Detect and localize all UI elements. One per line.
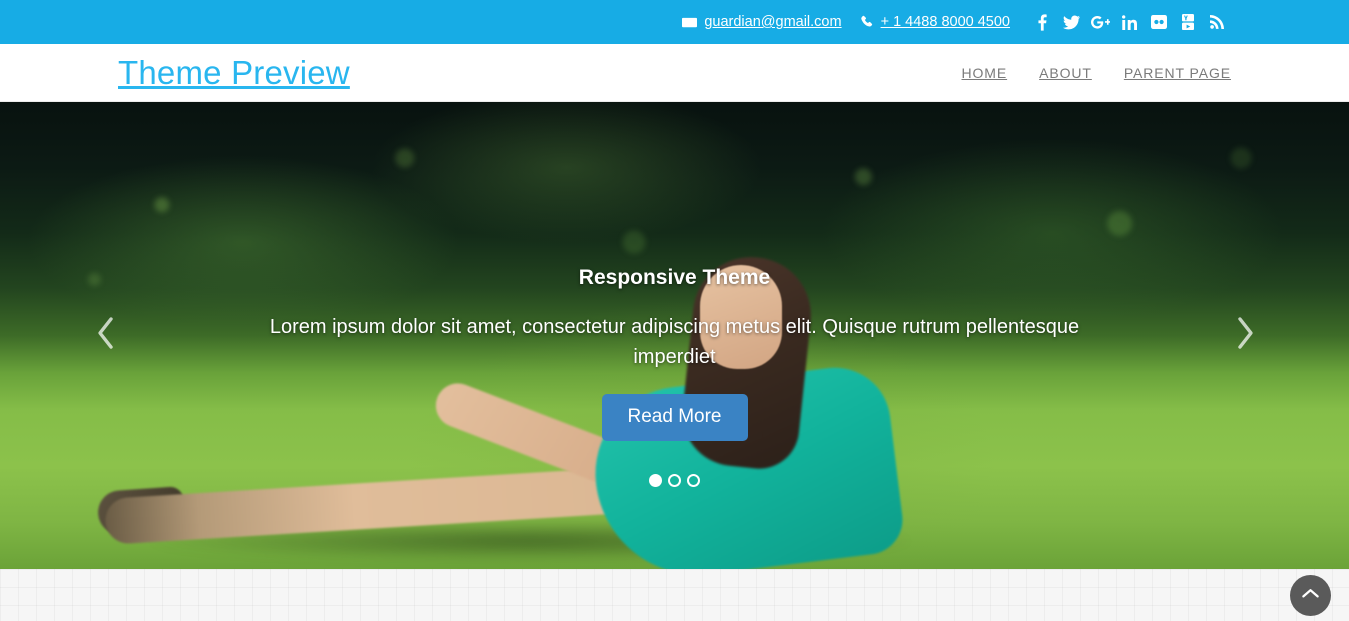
- linkedin-icon[interactable]: [1115, 9, 1144, 35]
- phone-text: + 1 4488 8000 4500: [880, 14, 1010, 30]
- twitter-icon[interactable]: [1057, 9, 1086, 35]
- chevron-left-icon: [95, 316, 117, 355]
- hero-slider: Responsive Theme Lorem ipsum dolor sit a…: [0, 102, 1349, 569]
- email-link[interactable]: guardian@gmail.com: [682, 14, 842, 30]
- hero-title: Responsive Theme: [578, 266, 771, 289]
- email-text: guardian@gmail.com: [704, 14, 842, 30]
- read-more-button[interactable]: Read More: [601, 394, 748, 441]
- top-contact-bar: guardian@gmail.com + 1 4488 8000 4500: [0, 0, 1349, 44]
- flickr-icon[interactable]: [1144, 9, 1173, 35]
- slider-dot-2[interactable]: [668, 474, 681, 487]
- hero-button-wrapper: Read More: [230, 394, 1119, 441]
- nav-item-parent-page[interactable]: PARENT PAGE: [1108, 65, 1231, 81]
- site-title[interactable]: Theme Preview: [118, 56, 350, 89]
- content-area: [0, 569, 1349, 621]
- phone-icon: [860, 15, 874, 29]
- youtube-icon[interactable]: [1173, 9, 1202, 35]
- slider-pagination: [0, 474, 1349, 487]
- slider-dot-1[interactable]: [649, 474, 662, 487]
- nav-item-about[interactable]: ABOUT: [1023, 65, 1108, 81]
- chevron-up-icon: [1301, 587, 1320, 605]
- rss-icon[interactable]: [1202, 9, 1231, 35]
- slider-prev-arrow[interactable]: [86, 310, 126, 362]
- slider-next-arrow[interactable]: [1225, 310, 1265, 362]
- facebook-icon[interactable]: [1028, 9, 1057, 35]
- envelope-icon: [682, 15, 698, 30]
- site-header: Theme Preview HOME ABOUT PARENT PAGE: [0, 44, 1349, 102]
- hero-caption: Responsive Theme Lorem ipsum dolor sit a…: [0, 266, 1349, 441]
- chevron-right-icon: [1234, 316, 1256, 355]
- social-links: [1028, 9, 1231, 35]
- hero-description: Lorem ipsum dolor sit amet, consectetur …: [269, 316, 1080, 368]
- phone-link[interactable]: + 1 4488 8000 4500: [860, 14, 1010, 30]
- main-navigation: HOME ABOUT PARENT PAGE: [946, 65, 1232, 81]
- google-plus-icon[interactable]: [1086, 9, 1115, 35]
- scroll-to-top-button[interactable]: [1290, 575, 1331, 616]
- slider-dot-3[interactable]: [687, 474, 700, 487]
- nav-item-home[interactable]: HOME: [946, 65, 1024, 81]
